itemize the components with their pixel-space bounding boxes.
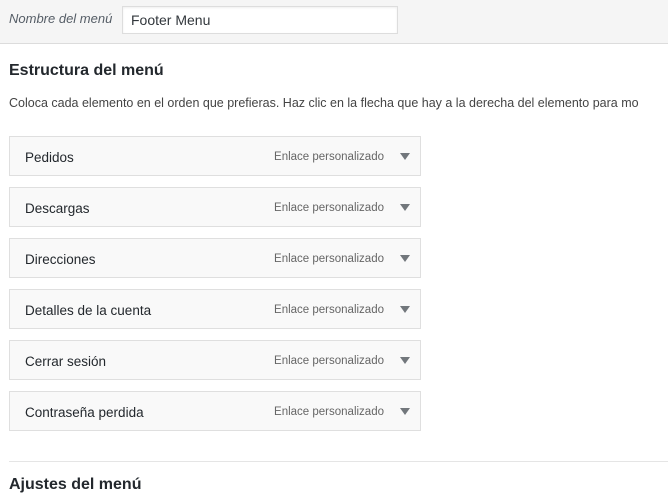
menu-item-type: Enlace personalizado [274, 406, 384, 418]
menu-item-title: Contraseña perdida [25, 405, 144, 420]
triangle-down-icon[interactable] [398, 251, 412, 265]
menu-item-contrasena-perdida[interactable]: Contraseña perdida Enlace personalizado [9, 391, 421, 431]
menu-item-cerrar-sesion[interactable]: Cerrar sesión Enlace personalizado [9, 340, 421, 380]
menu-item-detalles-cuenta[interactable]: Detalles de la cuenta Enlace personaliza… [9, 289, 421, 329]
menu-item-pedidos[interactable]: Pedidos Enlace personalizado [9, 136, 421, 176]
menu-name-bar: Nombre del menú [0, 0, 668, 44]
menu-name-label: Nombre del menú [9, 11, 113, 26]
menu-name-input[interactable] [122, 6, 398, 34]
menu-item-title: Pedidos [25, 150, 74, 165]
menu-structure-instructions: Coloca cada elemento en el orden que pre… [9, 96, 639, 110]
triangle-down-icon[interactable] [398, 404, 412, 418]
menu-item-title: Detalles de la cuenta [25, 303, 152, 318]
menu-item-type: Enlace personalizado [274, 253, 384, 265]
menu-item-type: Enlace personalizado [274, 304, 384, 316]
section-divider [9, 461, 668, 462]
menu-item-descargas[interactable]: Descargas Enlace personalizado [9, 187, 421, 227]
menu-item-type: Enlace personalizado [274, 202, 384, 214]
triangle-down-icon[interactable] [398, 353, 412, 367]
triangle-down-icon[interactable] [398, 302, 412, 316]
menu-item-title: Direcciones [25, 252, 96, 267]
menu-item-type: Enlace personalizado [274, 355, 384, 367]
menu-structure-title: Estructura del menú [9, 62, 164, 79]
menu-settings-title: Ajustes del menú [9, 476, 142, 493]
menu-item-type: Enlace personalizado [274, 151, 384, 163]
triangle-down-icon[interactable] [398, 200, 412, 214]
menu-item-title: Cerrar sesión [25, 354, 107, 369]
menu-item-title: Descargas [25, 201, 90, 216]
triangle-down-icon[interactable] [398, 149, 412, 163]
menu-item-direcciones[interactable]: Direcciones Enlace personalizado [9, 238, 421, 278]
